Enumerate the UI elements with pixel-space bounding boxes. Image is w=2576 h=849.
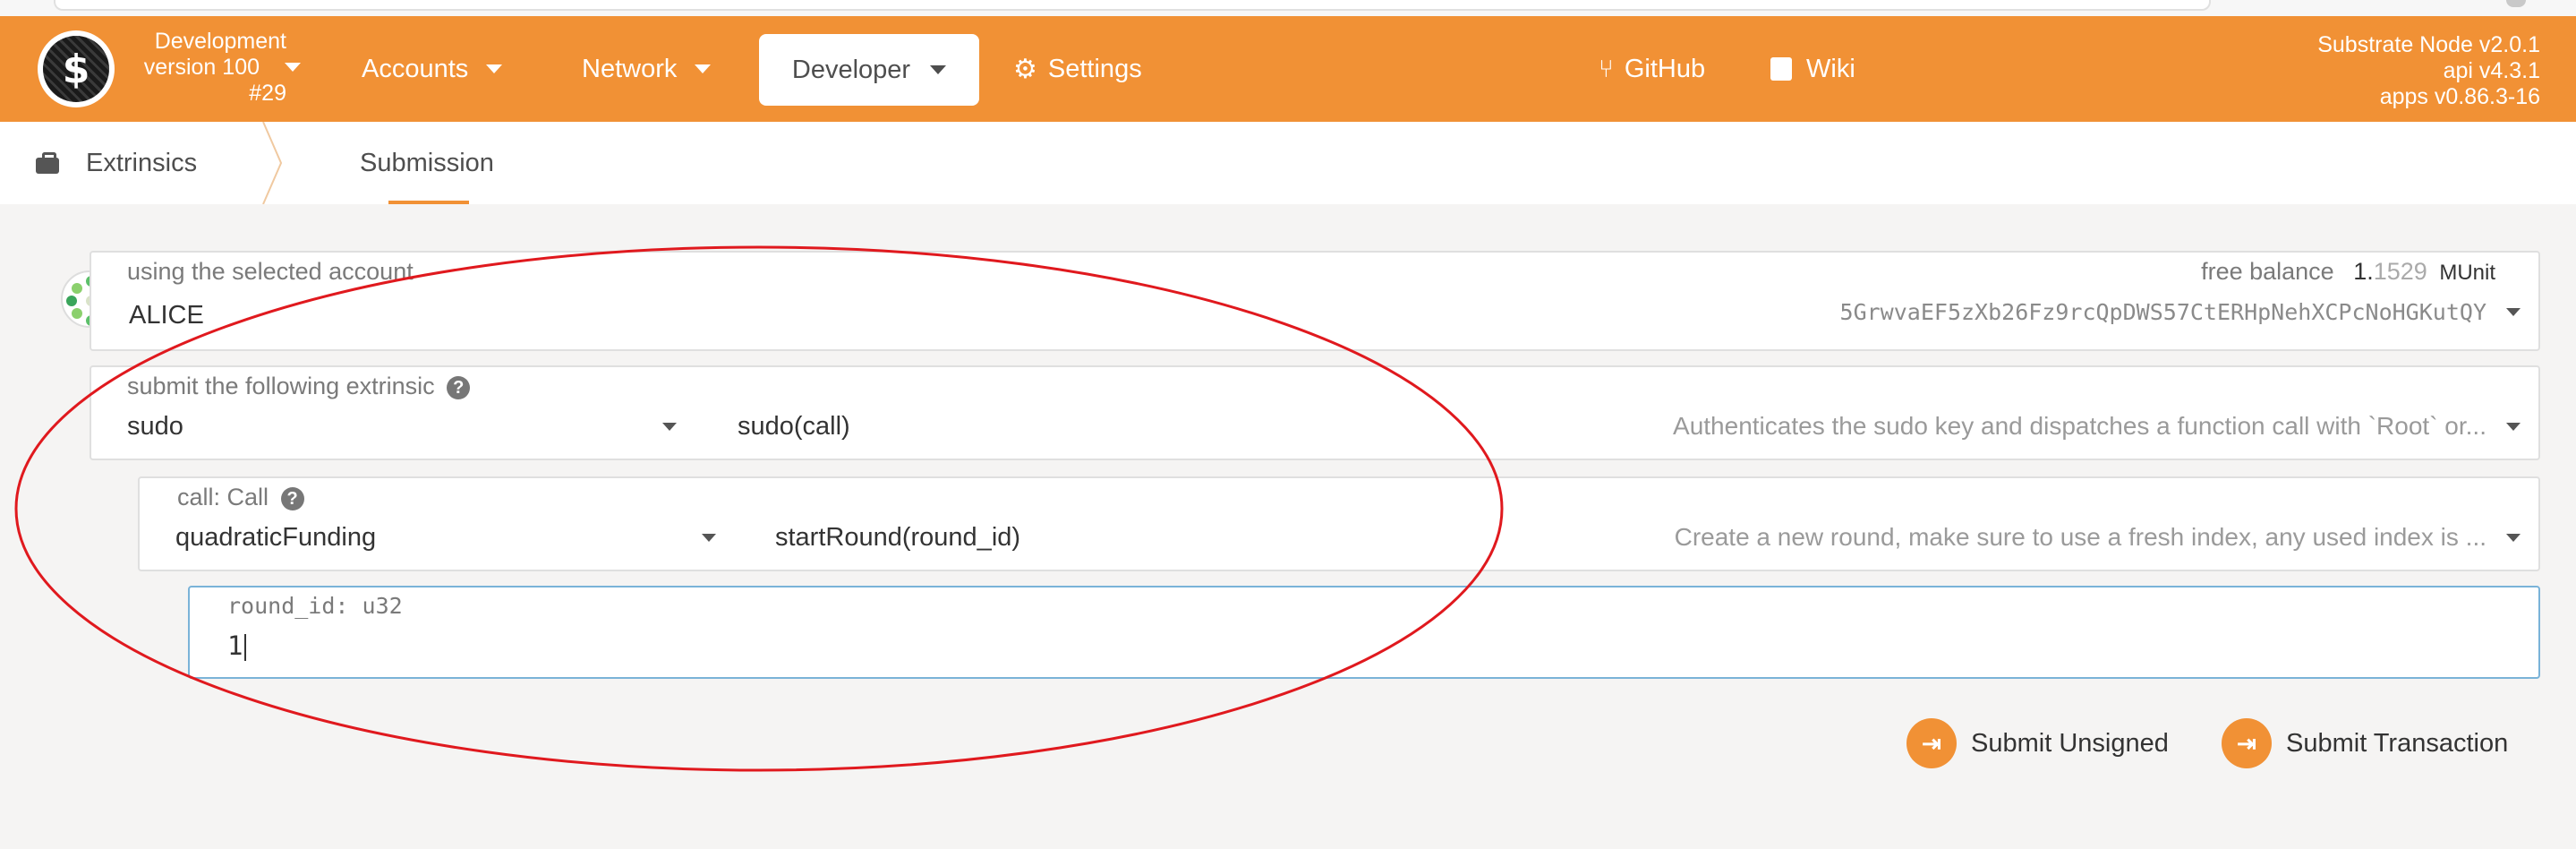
extrinsic-module-dropdown[interactable]: sudo <box>127 412 183 442</box>
active-tab-indicator <box>388 201 469 204</box>
tabs-bar: Extrinsics Submission <box>0 122 2576 204</box>
browser-top-strip <box>0 0 2576 16</box>
free-balance: free balance 1.1529 MUnit <box>2201 258 2495 286</box>
text-cursor <box>244 634 247 661</box>
briefcase-icon <box>36 152 59 174</box>
breadcrumb-separator-icon <box>262 122 283 204</box>
chevron-down-icon <box>486 64 503 73</box>
chain-logo-icon[interactable]: $ <box>38 30 115 107</box>
round-id-value[interactable]: 1 <box>227 630 247 661</box>
node-info: Substrate Node v2.0.1 api v4.3.1 apps v0… <box>2317 32 2540 110</box>
nav-github-label: GitHub <box>1624 54 1706 83</box>
browser-profile-icon <box>2506 0 2526 7</box>
nav-network[interactable]: Network <box>582 16 712 122</box>
apps-version: apps v0.86.3-16 <box>2379 84 2540 109</box>
chain-version: version 100 <box>143 55 260 80</box>
extrinsic-label-row: submit the following extrinsic ? <box>127 373 471 400</box>
top-navbar: $ Development version 100 #29 Accounts N… <box>0 16 2576 122</box>
nav-wiki[interactable]: Wiki <box>1770 16 1855 122</box>
account-label: using the selected account <box>127 258 414 285</box>
nav-settings-label: Settings <box>1047 54 1142 83</box>
balance-label: free balance <box>2201 258 2334 285</box>
tab-submission-label: Submission <box>360 148 494 177</box>
nav-github[interactable]: ⑂ GitHub <box>1599 16 1705 122</box>
nav-wiki-label: Wiki <box>1806 54 1855 83</box>
call-label-row: call: Call ? <box>177 484 304 511</box>
chevron-down-icon[interactable] <box>2506 534 2521 542</box>
tab-extrinsics-label: Extrinsics <box>86 148 198 177</box>
api-version: api v4.3.1 <box>2443 58 2540 83</box>
chain-selector[interactable]: Development version 100 #29 <box>125 29 286 107</box>
balance-integer: 1. <box>2353 258 2374 285</box>
call-module-dropdown[interactable]: quadraticFunding <box>175 523 376 553</box>
round-id-input[interactable]: round_id: u32 1 <box>188 586 2540 679</box>
chain-chevron-down-icon[interactable] <box>285 63 301 72</box>
submit-unsigned-label: Submit Unsigned <box>1971 728 2169 758</box>
round-id-label: round_id: u32 <box>227 593 403 619</box>
submit-transaction-button[interactable]: ⇥ Submit Transaction <box>2222 716 2508 770</box>
nav-accounts[interactable]: Accounts <box>362 16 503 122</box>
nav-developer-label: Developer <box>791 55 911 84</box>
submit-transaction-label: Submit Transaction <box>2286 728 2509 758</box>
chevron-down-icon <box>2506 308 2521 316</box>
extrinsic-selector: submit the following extrinsic ? sudo su… <box>90 365 2540 460</box>
chevron-down-icon <box>930 65 947 74</box>
extrinsic-method-dropdown[interactable]: sudo(call) <box>738 412 850 442</box>
balance-unit: MUnit <box>2439 261 2495 285</box>
chevron-down-icon[interactable] <box>662 423 677 431</box>
extrinsic-description: Authenticates the sudo key and dispatche… <box>1673 412 2486 440</box>
extrinsic-label: submit the following extrinsic <box>127 373 435 399</box>
browser-address-bar <box>54 0 2211 11</box>
call-label: call: Call <box>177 484 269 510</box>
node-version: Substrate Node v2.0.1 <box>2317 32 2540 57</box>
nav-accounts-label: Accounts <box>362 54 469 83</box>
chain-name: Development <box>154 29 286 54</box>
tab-extrinsics[interactable]: Extrinsics <box>36 122 197 204</box>
chevron-down-icon[interactable] <box>702 534 716 542</box>
help-icon[interactable]: ? <box>447 375 471 399</box>
round-id-text: 1 <box>227 630 243 661</box>
call-selector: call: Call ? quadraticFunding startRound… <box>138 476 2540 571</box>
call-method-dropdown[interactable]: startRound(round_id) <box>775 523 1020 553</box>
chain-block: #29 <box>249 81 286 106</box>
nav-developer[interactable]: Developer <box>759 34 979 106</box>
nav-settings[interactable]: ⚙ Settings <box>1013 16 1142 122</box>
book-icon <box>1770 57 1792 81</box>
chevron-down-icon <box>695 64 712 73</box>
account-selector[interactable]: using the selected account ALICE free ba… <box>90 251 2540 351</box>
account-address: 5GrwvaEF5zXb26Fz9rcQpDWS57CtERHpNehXCPcN… <box>1839 299 2486 325</box>
sign-in-icon: ⇥ <box>1906 718 1957 768</box>
account-name: ALICE <box>129 301 204 330</box>
tab-submission[interactable]: Submission <box>360 122 494 204</box>
gears-icon: ⚙ <box>1013 54 1037 84</box>
balance-fraction: 1529 <box>2373 258 2427 285</box>
chevron-down-icon[interactable] <box>2506 423 2521 431</box>
sign-in-icon: ⇥ <box>2222 718 2272 768</box>
submit-unsigned-button[interactable]: ⇥ Submit Unsigned <box>1906 716 2169 770</box>
call-description: Create a new round, make sure to use a f… <box>1674 523 2486 551</box>
code-branch-icon: ⑂ <box>1599 55 1614 82</box>
help-icon[interactable]: ? <box>280 486 304 510</box>
nav-network-label: Network <box>582 54 678 83</box>
